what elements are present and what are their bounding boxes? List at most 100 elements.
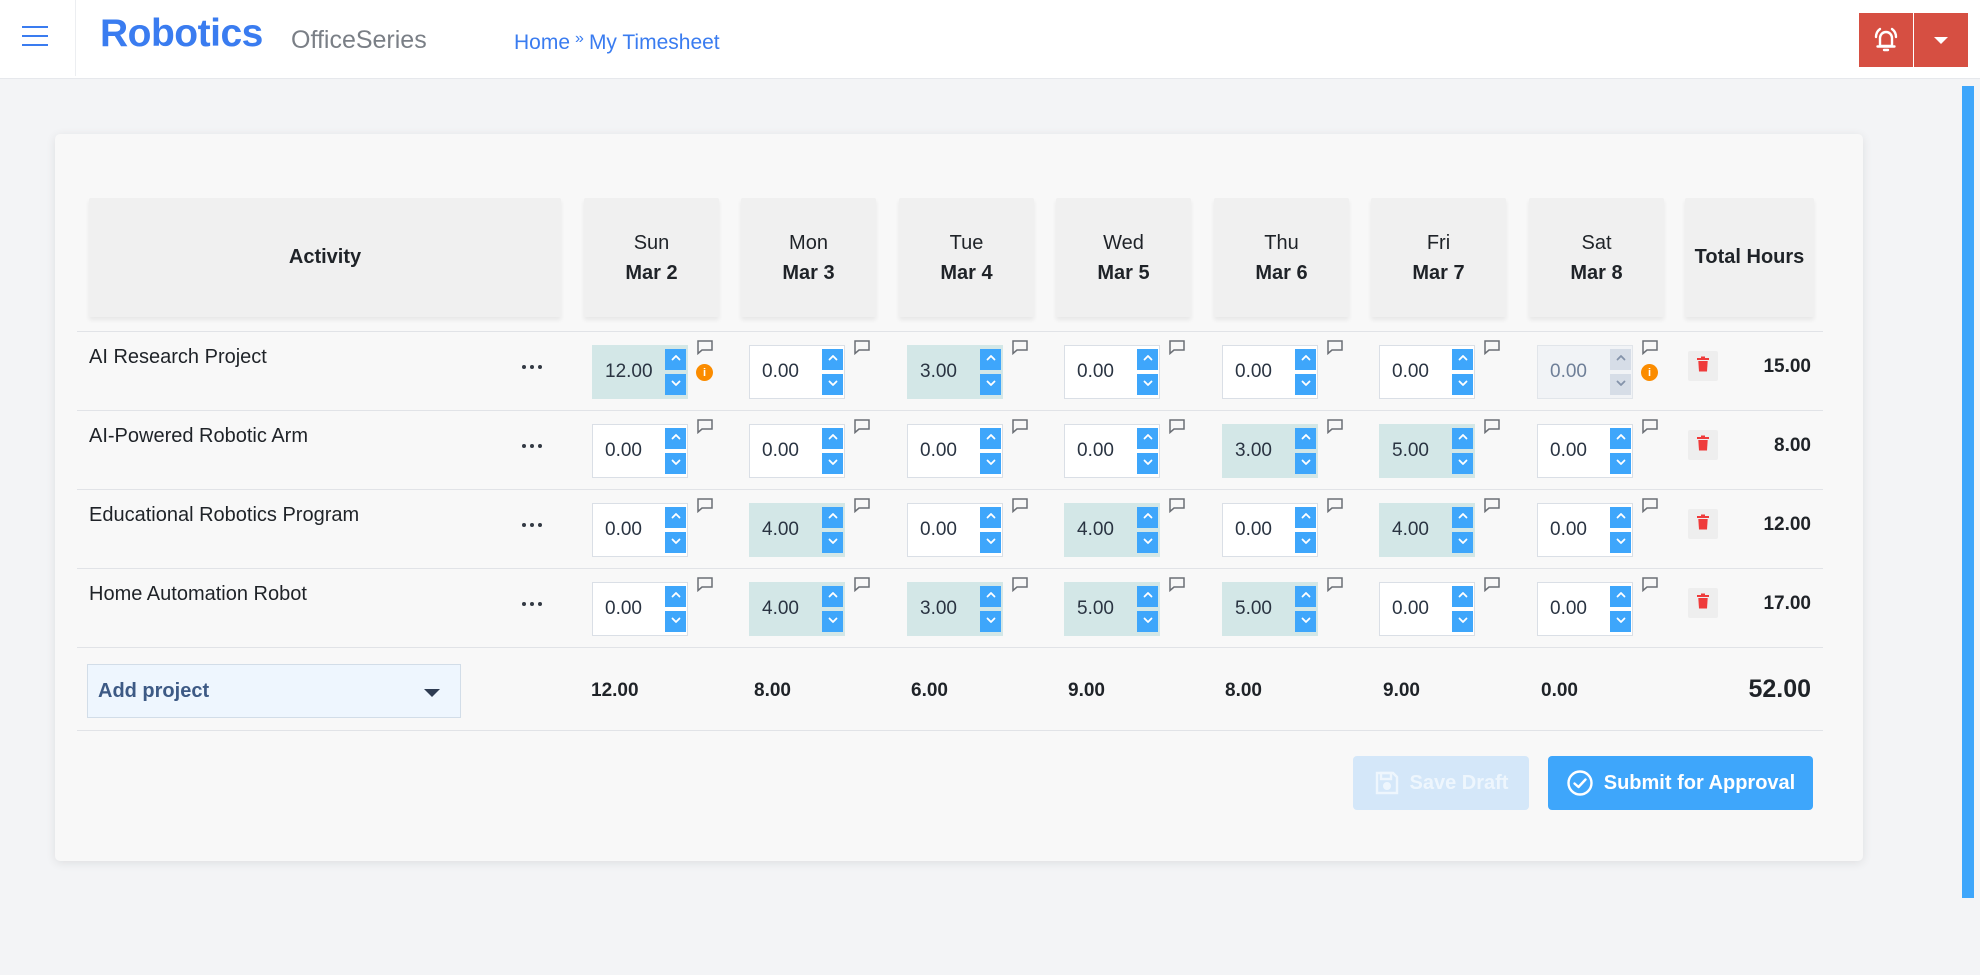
decrement-button[interactable] <box>665 532 686 553</box>
info-warning-icon[interactable]: i <box>696 364 713 381</box>
decrement-button[interactable] <box>1137 532 1158 553</box>
comment-button[interactable] <box>1011 339 1029 356</box>
hours-stepper[interactable] <box>1064 424 1160 478</box>
comment-button[interactable] <box>853 497 871 514</box>
comment-button[interactable] <box>696 339 714 356</box>
save-draft-button[interactable]: Save Draft <box>1353 756 1529 810</box>
decrement-button[interactable] <box>1452 374 1473 395</box>
decrement-button[interactable] <box>980 374 1001 395</box>
increment-button[interactable] <box>665 507 686 528</box>
increment-button[interactable] <box>822 349 843 370</box>
delete-row-button[interactable] <box>1688 430 1718 460</box>
hours-input[interactable] <box>1538 425 1606 477</box>
hours-input[interactable] <box>750 504 818 556</box>
increment-button[interactable] <box>1452 349 1473 370</box>
comment-button[interactable] <box>696 576 714 593</box>
hours-input[interactable] <box>1223 346 1291 398</box>
hours-input[interactable] <box>593 583 661 635</box>
comment-button[interactable] <box>1011 576 1029 593</box>
comment-button[interactable] <box>1641 576 1659 593</box>
increment-button[interactable] <box>1610 428 1631 449</box>
increment-button[interactable] <box>1610 586 1631 607</box>
comment-button[interactable] <box>1326 576 1344 593</box>
increment-button[interactable] <box>1295 586 1316 607</box>
comment-button[interactable] <box>1168 418 1186 435</box>
hours-stepper[interactable] <box>907 424 1003 478</box>
increment-button[interactable] <box>980 507 1001 528</box>
comment-button[interactable] <box>1483 497 1501 514</box>
hamburger-menu-button[interactable] <box>22 26 50 50</box>
increment-button[interactable] <box>1137 349 1158 370</box>
comment-button[interactable] <box>1483 339 1501 356</box>
hours-stepper[interactable] <box>907 503 1003 557</box>
decrement-button[interactable] <box>980 453 1001 474</box>
decrement-button[interactable] <box>1295 611 1316 632</box>
decrement-button[interactable] <box>1452 532 1473 553</box>
hours-input[interactable] <box>908 346 976 398</box>
comment-button[interactable] <box>853 576 871 593</box>
increment-button[interactable] <box>1295 349 1316 370</box>
comment-button[interactable] <box>1326 418 1344 435</box>
breadcrumb-timesheet-link[interactable]: My Timesheet <box>589 31 720 55</box>
decrement-button[interactable] <box>822 453 843 474</box>
hours-input[interactable] <box>1223 504 1291 556</box>
decrement-button[interactable] <box>1452 611 1473 632</box>
hours-input[interactable] <box>750 346 818 398</box>
decrement-button[interactable] <box>1452 453 1473 474</box>
decrement-button[interactable] <box>1295 532 1316 553</box>
increment-button[interactable] <box>1295 507 1316 528</box>
increment-button[interactable] <box>980 586 1001 607</box>
hours-stepper[interactable] <box>592 582 688 636</box>
increment-button[interactable] <box>665 586 686 607</box>
comment-button[interactable] <box>1168 576 1186 593</box>
comment-button[interactable] <box>1326 339 1344 356</box>
delete-row-button[interactable] <box>1688 509 1718 539</box>
row-more-options-button[interactable] <box>517 589 547 619</box>
increment-button[interactable] <box>1137 507 1158 528</box>
hours-stepper[interactable] <box>1222 345 1318 399</box>
hours-input[interactable] <box>750 425 818 477</box>
comment-button[interactable] <box>1168 339 1186 356</box>
comment-button[interactable] <box>1168 497 1186 514</box>
row-more-options-button[interactable] <box>517 431 547 461</box>
comment-button[interactable] <box>1641 497 1659 514</box>
decrement-button[interactable] <box>822 611 843 632</box>
hours-input[interactable] <box>1380 346 1448 398</box>
hours-input[interactable] <box>1065 583 1133 635</box>
decrement-button[interactable] <box>1610 611 1631 632</box>
hours-input[interactable] <box>908 583 976 635</box>
comment-button[interactable] <box>1011 497 1029 514</box>
decrement-button[interactable] <box>980 532 1001 553</box>
row-more-options-button[interactable] <box>517 510 547 540</box>
comment-button[interactable] <box>853 339 871 356</box>
hours-stepper[interactable] <box>1222 582 1318 636</box>
comment-button[interactable] <box>696 497 714 514</box>
comment-button[interactable] <box>1483 418 1501 435</box>
page-scrollbar[interactable] <box>1962 86 1974 898</box>
hours-stepper[interactable] <box>749 345 845 399</box>
decrement-button[interactable] <box>665 611 686 632</box>
submit-for-approval-button[interactable]: Submit for Approval <box>1548 756 1813 810</box>
hours-input[interactable] <box>593 504 661 556</box>
hours-input[interactable] <box>750 583 818 635</box>
comment-button[interactable] <box>1483 576 1501 593</box>
decrement-button[interactable] <box>665 374 686 395</box>
increment-button[interactable] <box>980 428 1001 449</box>
comment-button[interactable] <box>696 418 714 435</box>
decrement-button[interactable] <box>1295 453 1316 474</box>
alert-dropdown-toggle[interactable] <box>1914 13 1968 67</box>
alert-button[interactable] <box>1859 13 1913 67</box>
decrement-button[interactable] <box>822 532 843 553</box>
hours-stepper[interactable] <box>592 424 688 478</box>
hours-input[interactable] <box>1380 583 1448 635</box>
hours-stepper[interactable] <box>907 582 1003 636</box>
hours-input[interactable] <box>1380 504 1448 556</box>
hours-stepper[interactable] <box>749 503 845 557</box>
decrement-button[interactable] <box>665 453 686 474</box>
hours-stepper[interactable] <box>907 345 1003 399</box>
hours-stepper[interactable] <box>1379 503 1475 557</box>
decrement-button[interactable] <box>1137 611 1158 632</box>
hours-input[interactable] <box>593 346 661 398</box>
increment-button[interactable] <box>1610 507 1631 528</box>
hours-stepper[interactable] <box>1537 424 1633 478</box>
